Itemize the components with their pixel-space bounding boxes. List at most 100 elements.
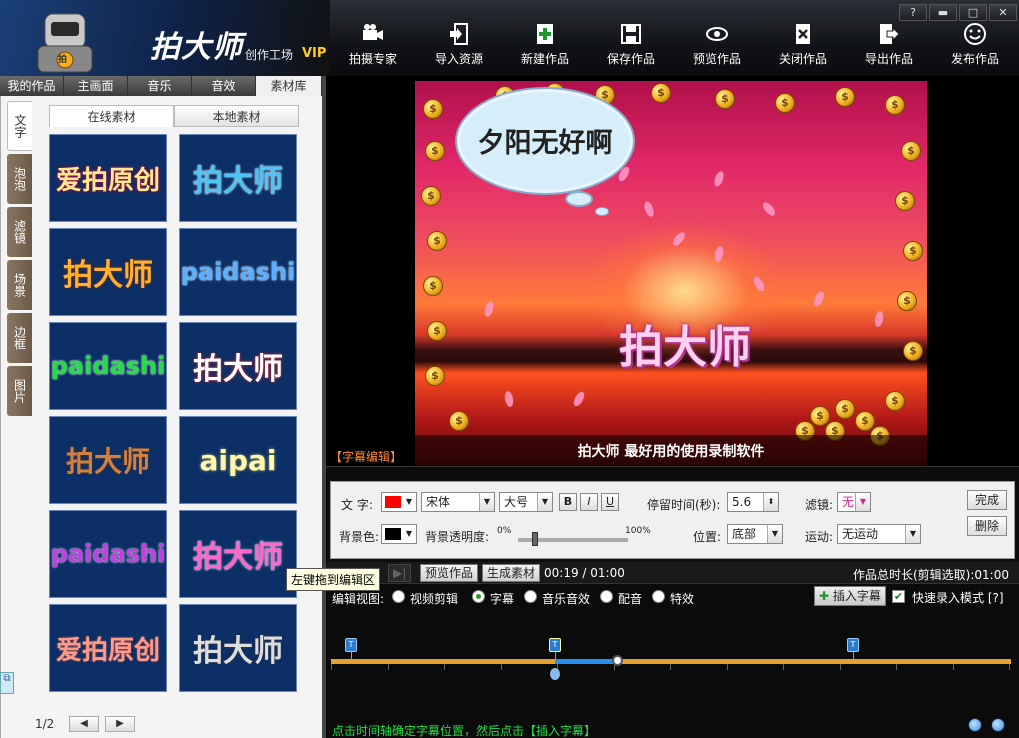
category-tab-text[interactable]: 文字 xyxy=(7,101,32,151)
material-grid: 爱拍原创 拍大师 拍大师 paidashi paidashi 拍大师 拍大师 a… xyxy=(49,134,299,692)
toolbar-button-new[interactable]: 新建作品 xyxy=(502,22,588,76)
toolbar-button-import[interactable]: 导入资源 xyxy=(416,22,502,76)
maximize-button[interactable]: □ xyxy=(959,4,987,21)
category-tab-border[interactable]: 边框 xyxy=(7,313,32,363)
subtitle-marker[interactable]: T xyxy=(847,638,859,652)
toolbar-button-close-work[interactable]: 关闭作品 xyxy=(760,22,846,76)
overlay-title[interactable]: 拍大师 xyxy=(595,311,775,375)
minimize-button[interactable]: ▬ xyxy=(929,4,957,21)
tab-sound-effects[interactable]: 音效 xyxy=(192,76,256,96)
coin-icon: $ xyxy=(449,411,469,431)
zoom-out-icon[interactable] xyxy=(991,718,1005,732)
spin-arrows-icon[interactable]: ⬍ xyxy=(763,493,778,511)
insert-subtitle-button[interactable]: ✚ 插入字幕 xyxy=(814,586,886,606)
text-color-swatch xyxy=(385,496,401,508)
preview-area: $$$$$$$$$$$$$$$$$$$$$$$$$$$$ 夕阳无好啊 拍大师 拍… xyxy=(326,76,1019,466)
font-select[interactable]: 宋体 ▼ xyxy=(421,492,495,512)
fast-mode-checkbox[interactable]: ✔ xyxy=(892,590,905,603)
tab-my-works[interactable]: 我的作品 xyxy=(0,76,64,96)
prev-page-button[interactable]: ◀ xyxy=(69,716,99,732)
playhead-handle[interactable] xyxy=(612,655,623,666)
opacity-slider-thumb[interactable] xyxy=(531,532,538,546)
tab-material-library[interactable]: 素材库 xyxy=(256,76,322,96)
material-tile[interactable]: 爱拍原创 xyxy=(49,134,167,222)
speech-bubble-tail xyxy=(595,207,609,216)
vip-badge[interactable]: VIP xyxy=(302,46,326,61)
done-button[interactable]: 完成 xyxy=(967,490,1007,510)
category-tab-bubble[interactable]: 泡泡 xyxy=(7,154,32,204)
radio-label[interactable]: 字幕 xyxy=(490,590,514,607)
radio-video-clip[interactable] xyxy=(392,590,405,603)
toolbar-button-publish[interactable]: 发布作品 xyxy=(932,22,1018,76)
italic-button[interactable]: I xyxy=(580,493,598,511)
radio-subtitle[interactable] xyxy=(472,590,485,603)
position-select[interactable]: 底部 ▼ xyxy=(727,524,783,544)
radio-label[interactable]: 音乐音效 xyxy=(542,590,590,607)
drag-tooltip: 左键拖到编辑区 xyxy=(286,568,381,591)
zoom-in-icon[interactable] xyxy=(968,718,982,732)
category-tab-filter[interactable]: 滤镜 xyxy=(7,207,32,257)
logo-badge: 拍 xyxy=(58,55,68,65)
radio-label[interactable]: 视频剪辑 xyxy=(410,590,458,607)
coin-icon: $ xyxy=(423,99,443,119)
material-tile[interactable]: paidashi xyxy=(179,228,297,316)
tab-online-material[interactable]: 在线素材 xyxy=(49,105,174,127)
tab-local-material[interactable]: 本地素材 xyxy=(174,105,299,127)
toolbar-button-save[interactable]: 保存作品 xyxy=(588,22,674,76)
radio-label[interactable]: 特效 xyxy=(670,590,694,607)
subtitle-marker[interactable]: T xyxy=(345,638,357,652)
bg-color-picker[interactable]: ▼ xyxy=(381,524,417,544)
bold-button[interactable]: B xyxy=(559,493,577,511)
timeline-track[interactable] xyxy=(331,659,1011,664)
size-select[interactable]: 大号 ▼ xyxy=(499,492,553,512)
material-tile[interactable]: aipai xyxy=(179,416,297,504)
motion-select[interactable]: 无运动 ▼ xyxy=(837,524,921,544)
material-tile[interactable]: 拍大师 xyxy=(179,510,297,598)
window-edge-icon[interactable]: ⧉ xyxy=(0,672,14,694)
delete-button[interactable]: 删除 xyxy=(967,516,1007,536)
toolbar-button-camera[interactable]: 拍摄专家 xyxy=(330,22,416,76)
radio-label[interactable]: 配音 xyxy=(618,590,642,607)
category-tab-image[interactable]: 图片 xyxy=(7,366,32,416)
coin-icon: $ xyxy=(715,89,735,109)
caption-text[interactable]: 拍大师 最好用的使用录制软件 xyxy=(415,441,927,461)
duration-spinner[interactable]: 5.6 ⬍ xyxy=(727,492,779,512)
play-icon[interactable]: ▶| xyxy=(388,564,412,582)
toolbar-label: 保存作品 xyxy=(606,52,655,66)
toolbar-label: 新建作品 xyxy=(520,52,569,66)
next-page-button[interactable]: ▶ xyxy=(105,716,135,732)
material-tile[interactable]: 爱拍原创 xyxy=(49,604,167,692)
category-tab-scene[interactable]: 场景 xyxy=(7,260,32,310)
material-tile[interactable]: 拍大师 xyxy=(49,416,167,504)
timeline-tick xyxy=(1009,664,1010,670)
video-preview[interactable]: $$$$$$$$$$$$$$$$$$$$$$$$$$$$ 夕阳无好啊 拍大师 拍… xyxy=(415,81,927,465)
toolbar-button-preview[interactable]: 预览作品 xyxy=(674,22,760,76)
radio-effects[interactable] xyxy=(652,590,665,603)
radio-voiceover[interactable] xyxy=(600,590,613,603)
subtitle-marker-selected[interactable]: T xyxy=(549,638,561,652)
underline-button[interactable]: U xyxy=(601,493,619,511)
material-tile[interactable]: paidashi xyxy=(49,510,167,598)
tab-music[interactable]: 音乐 xyxy=(128,76,192,96)
material-tile[interactable]: paidashi xyxy=(49,322,167,410)
filter-select[interactable]: 无 ▼ xyxy=(837,492,871,512)
coin-icon: $ xyxy=(651,83,671,103)
close-button[interactable]: ✕ xyxy=(989,4,1017,21)
material-tile[interactable]: 拍大师 xyxy=(179,604,297,692)
material-tile[interactable]: 拍大师 xyxy=(179,134,297,222)
position-label: 位置: xyxy=(693,530,722,544)
material-panel: 文字 泡泡 滤镜 场景 边框 图片 在线素材 本地素材 爱拍原创 拍大师 拍大师… xyxy=(0,96,322,738)
radio-music-sfx[interactable] xyxy=(524,590,537,603)
toolbar-button-export[interactable]: 导出作品 xyxy=(846,22,932,76)
chevron-down-icon: ▼ xyxy=(405,529,413,538)
text-color-picker[interactable]: ▼ xyxy=(381,492,417,512)
timeline-selection xyxy=(555,659,617,664)
preview-button[interactable]: 预览作品 xyxy=(420,564,479,582)
generate-material-button[interactable]: 生成素材 xyxy=(482,564,541,582)
material-tile[interactable]: 拍大师 xyxy=(179,322,297,410)
help-button[interactable]: ? xyxy=(899,4,927,21)
material-tile[interactable]: 拍大师 xyxy=(49,228,167,316)
coin-icon: $ xyxy=(425,366,445,386)
tab-main-screen[interactable]: 主画面 xyxy=(64,76,128,96)
editor-panel: 文 字: ▼ 宋体 ▼ 大号 ▼ B I U 停留时间(秒): 5.6 ⬍ 滤镜… xyxy=(330,481,1015,559)
